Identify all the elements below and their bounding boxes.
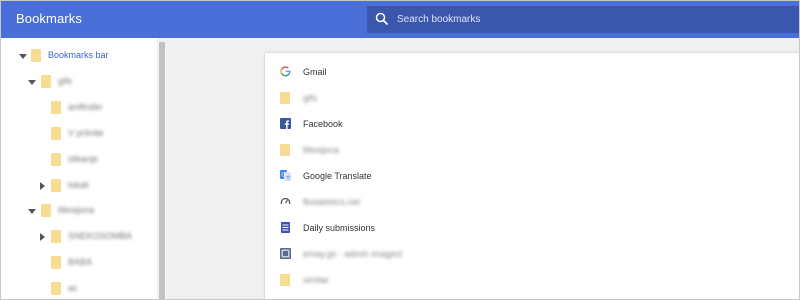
bookmark-title: fbstatistics.net <box>303 197 361 207</box>
sidebar-item-label: SNEKOSOMBA <box>68 231 133 242</box>
folder-icon <box>41 204 51 218</box>
bookmark-row[interactable]: Daily submissions <box>265 215 799 241</box>
bookmark-row[interactable]: emay.gs - admin images! <box>265 241 799 267</box>
folder-icon <box>280 92 290 104</box>
caret-down-icon[interactable] <box>28 207 36 215</box>
sidebar-item-label: ac <box>68 283 78 294</box>
folder-icon <box>51 100 61 114</box>
search-icon <box>375 12 389 26</box>
sidebar-item-label: BABA <box>68 257 93 268</box>
scrollbar-thumb[interactable] <box>159 42 165 299</box>
bookmark-row[interactable]: similar <box>265 267 799 293</box>
main-panel: Gmail gifs Facebook Mesijona G 文 Google Transl… <box>167 38 799 299</box>
folder-icon <box>41 74 51 88</box>
google-translate-icon: G文 <box>280 170 291 181</box>
facebook-icon <box>280 118 291 129</box>
folder-icon <box>280 274 290 286</box>
folder-icon <box>280 144 290 156</box>
folder-icon <box>51 256 61 270</box>
sidebar-item[interactable]: BABA <box>1 253 157 273</box>
bookmark-title: similar <box>303 275 329 285</box>
bookmark-title: Gmail <box>303 67 327 77</box>
caret-right-icon[interactable] <box>38 181 46 190</box>
sidebar-item[interactable]: Bookmarks bar <box>1 46 157 66</box>
bookmark-title: gifs <box>303 93 318 103</box>
sidebar-item[interactable]: anifinder <box>1 98 157 118</box>
caret-down-icon[interactable] <box>19 52 27 60</box>
search-box[interactable] <box>367 6 799 33</box>
sidebar-item[interactable]: gifs <box>1 72 157 92</box>
folder-icon <box>51 178 61 192</box>
sidebar-item-label: lokali <box>68 179 89 190</box>
sidebar-item[interactable]: Mesijona <box>1 201 157 221</box>
bookmark-row[interactable]: Gmail <box>265 59 799 85</box>
sidebar-item-label: Mesijona <box>58 205 95 216</box>
bookmark-list-card: Gmail gifs Facebook Mesijona G 文 Google Transl… <box>265 53 799 299</box>
sidebar-item[interactable]: SNEKOSOMBA <box>1 227 157 247</box>
bookmark-row[interactable]: Facebook <box>265 111 799 137</box>
folder-icon <box>51 126 61 140</box>
sidebar-item-label: V pršnite <box>68 127 104 138</box>
folder-icon <box>31 49 41 62</box>
speedometer-icon <box>280 197 291 205</box>
bookmarks-window: Bookmarks Bookmarks bar gifs anifinder V pr… <box>0 0 800 300</box>
bookmark-row[interactable]: G 文 Google Translate <box>265 163 799 189</box>
bookmark-title: Google Translate <box>303 171 372 181</box>
bookmark-row[interactable]: gifs <box>265 85 799 111</box>
bookmark-title: Daily submissions <box>303 223 376 233</box>
app-title: Bookmarks <box>16 11 82 26</box>
app-header: Bookmarks <box>1 1 799 38</box>
sidebar-item-label: Bookmarks bar <box>48 50 109 60</box>
google-g-icon <box>280 66 291 77</box>
bookmark-title: emay.gs - admin images! <box>303 249 403 259</box>
folder-icon <box>51 152 61 166</box>
sidebar-scrollbar[interactable] <box>157 38 167 299</box>
bookmark-title: Facebook <box>303 119 343 129</box>
sidebar-item-label: anifinder <box>68 101 103 112</box>
bookmark-row[interactable]: Mesijona <box>265 137 799 163</box>
sidebar-item[interactable]: lokali <box>1 176 157 196</box>
svg-text:文: 文 <box>286 174 291 181</box>
sidebar-item[interactable]: slikanje <box>1 150 157 170</box>
search-input[interactable] <box>397 6 792 33</box>
sidebar-item-label: gifs <box>58 75 73 86</box>
sidebar-item[interactable]: ac <box>1 279 157 299</box>
folder-icon <box>51 230 61 244</box>
list-document-icon <box>281 222 290 233</box>
svg-text:G: G <box>281 173 285 179</box>
folder-icon <box>51 282 61 296</box>
caret-down-icon[interactable] <box>28 78 36 86</box>
sidebar-item[interactable]: V pršnite <box>1 124 157 144</box>
bookmark-row[interactable]: fbstatistics.net <box>265 189 799 215</box>
site-favicon-icon <box>280 248 291 259</box>
folder-tree-sidebar: Bookmarks bar gifs anifinder V pršnite slika… <box>1 38 167 299</box>
bookmark-title: Mesijona <box>303 145 340 155</box>
sidebar-item-label: slikanje <box>68 153 99 164</box>
caret-right-icon[interactable] <box>38 233 46 242</box>
